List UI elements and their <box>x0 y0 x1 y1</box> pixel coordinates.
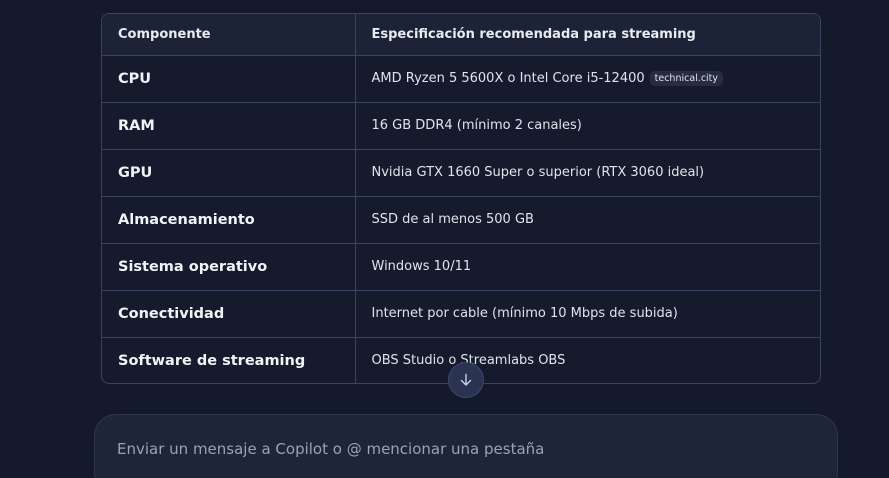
citation-link[interactable]: technical.city <box>649 71 724 86</box>
component-cell: Conectividad <box>102 290 356 338</box>
copilot-chat-view: Componente Especificación recomendada pa… <box>0 0 889 478</box>
component-cell: Software de streaming <box>102 337 356 383</box>
spec-cell: OBS Studio o Streamlabs OBS <box>371 353 566 369</box>
component-cell: GPU <box>102 149 356 197</box>
component-cell: Almacenamiento <box>102 196 356 244</box>
message-composer <box>94 414 838 478</box>
spec-cell: Nvidia GTX 1660 Super o superior (RTX 30… <box>355 149 820 197</box>
component-cell: CPU <box>102 55 356 103</box>
table-row: Almacenamiento SSD de al menos 500 GB <box>102 196 820 244</box>
table-row: RAM 16 GB DDR4 (mínimo 2 canales) <box>102 102 820 150</box>
component-cell: RAM <box>102 102 356 150</box>
table-row: Sistema operativo Windows 10/11 <box>102 243 820 291</box>
specs-table: Componente Especificación recomendada pa… <box>101 13 821 384</box>
spec-cell: Internet por cable (mínimo 10 Mbps de su… <box>355 290 820 338</box>
table-row: CPU AMD Ryzen 5 5600X o Intel Core i5-12… <box>102 55 820 103</box>
scroll-to-bottom-button[interactable] <box>448 362 484 398</box>
component-cell: Sistema operativo <box>102 243 356 291</box>
table-row: Conectividad Internet por cable (mínimo … <box>102 290 820 338</box>
spec-text: AMD Ryzen 5 5600X o Intel Core i5-12400 <box>371 71 645 86</box>
spec-cell: 16 GB DDR4 (mínimo 2 canales) <box>355 102 820 150</box>
arrow-down-icon <box>460 373 472 386</box>
specs-table-grid: Componente Especificación recomendada pa… <box>102 14 820 383</box>
column-header-spec: Especificación recomendada para streamin… <box>355 14 820 56</box>
spec-cell: Windows 10/11 <box>355 243 820 291</box>
column-header-component: Componente <box>102 14 356 56</box>
spec-cell: SSD de al menos 500 GB <box>355 196 820 244</box>
spec-cell: AMD Ryzen 5 5600X o Intel Core i5-12400 t… <box>355 55 820 103</box>
table-row: GPU Nvidia GTX 1660 Super o superior (RT… <box>102 149 820 197</box>
table-header-row: Componente Especificación recomendada pa… <box>102 14 820 56</box>
message-input[interactable] <box>117 440 807 458</box>
